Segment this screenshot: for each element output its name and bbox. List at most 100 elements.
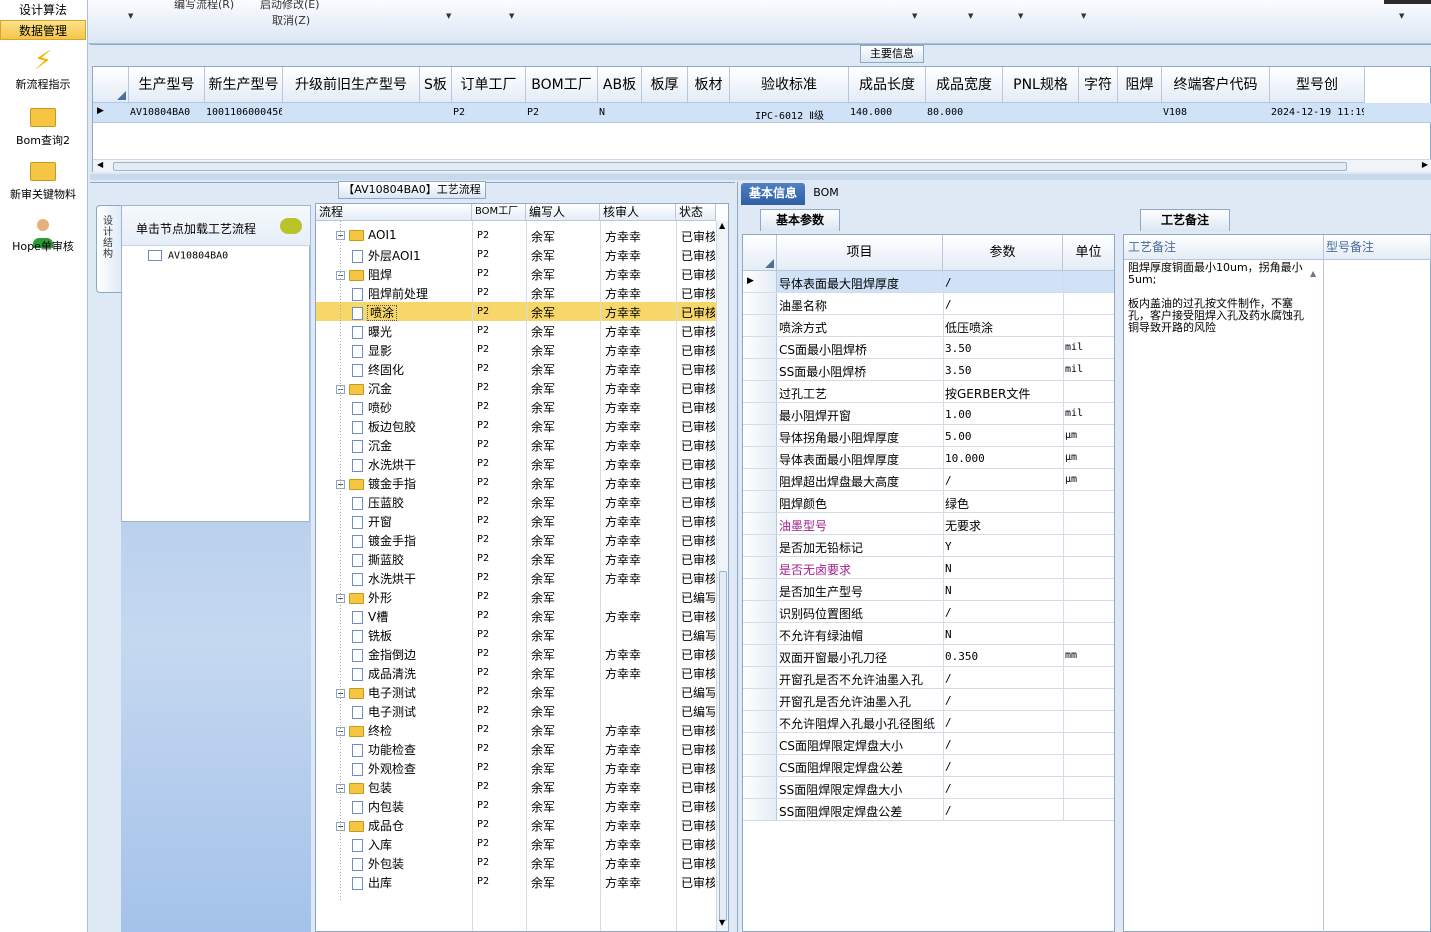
row-header[interactable] [743,535,777,556]
grid-cell[interactable]: 已审核 [681,532,715,549]
tree-node[interactable]: 水洗烘干 [352,570,472,587]
grid-cell[interactable]: P2 [477,781,525,792]
table-row[interactable]: CS面最小阻焊桥 3.50 mil [743,337,1114,359]
grid-cell[interactable]: P2 [477,724,525,735]
table-row[interactable]: 曝光 P2 余军 方幸幸 已审核 [316,321,716,340]
grid-cell[interactable]: P2 [477,496,525,507]
grid-cell[interactable]: P2 [477,857,525,868]
grid-cell[interactable]: 余军 [531,513,599,530]
cancel-button[interactable]: 取消(Z) [272,12,310,28]
column-header[interactable]: S板 [420,67,452,103]
row-header[interactable] [743,447,777,468]
param-value[interactable]: 1.00 [945,408,1061,421]
grid-cell[interactable]: 余军 [531,551,599,568]
row-header[interactable] [743,711,777,732]
column-header[interactable]: 项目 [777,235,943,271]
chevron-down-icon[interactable]: ▼ [1399,12,1404,20]
tree-node[interactable]: 外包装 [352,855,472,872]
row-header[interactable] [743,689,777,710]
table-row[interactable]: −阻焊 P2 余军方幸幸已审核 [316,264,716,283]
grid-cell[interactable]: P2 [477,800,525,811]
grid-cell[interactable]: 方幸幸 [605,475,675,492]
grid-cell[interactable]: 方幸幸 [605,817,675,834]
grid-cell[interactable]: 已审核 [681,722,715,739]
table-row[interactable]: −包装 P2 余军方幸幸已审核 [316,777,716,796]
param-value[interactable]: N [945,584,1061,597]
grid-cell[interactable]: 余军 [531,874,599,891]
column-header[interactable]: 新生产型号 [205,67,283,103]
row-header[interactable] [743,425,777,446]
grid-cell[interactable]: 已审核 [681,456,715,473]
grid-cell[interactable]: 余军 [531,608,599,625]
sidebar-item-bom-query[interactable]: Bom查询2 [0,102,86,148]
param-value[interactable]: / [945,276,1061,289]
table-row[interactable]: ▶ AV10804BA0 10011060004568 P2 P2 N IPC-6012 … [93,103,1431,123]
grid-cell[interactable]: 余军 [531,684,599,701]
grid-cell[interactable]: 余军 [531,228,599,245]
grid-cell[interactable]: P2 [477,515,525,526]
table-row[interactable]: −电子测试 P2 余军 已编写 [316,682,716,701]
grid-cell[interactable]: 余军 [531,399,599,416]
table-row[interactable]: 是否加生产型号 N [743,579,1114,601]
tree-node[interactable]: −镀金手指 [336,475,472,492]
grid-cell[interactable]: 方幸幸 [605,551,675,568]
param-value[interactable]: 3.50 [945,364,1061,377]
table-row[interactable]: 板边包胶 P2 余军 方幸幸 已审核 [316,416,716,435]
grid-cell[interactable]: 已编写 [681,589,715,606]
model-remark-text[interactable] [1324,260,1431,932]
row-header[interactable] [743,601,777,622]
grid-cell[interactable]: 余军 [531,418,599,435]
table-row[interactable]: CS面阻焊限定焊盘公差 / [743,755,1114,777]
grid-cell[interactable]: 方幸幸 [605,494,675,511]
tab-basic-params[interactable]: 基本参数 [760,209,840,231]
grid-cell[interactable]: P2 [477,287,525,298]
column-header[interactable]: 验收标准 [730,67,849,103]
grid-cell[interactable]: P2 [477,458,525,469]
grid-cell[interactable]: P2 [477,477,525,488]
grid-cell[interactable]: 已编写 [681,703,715,720]
grid-cell[interactable]: AV10804BA0 [130,107,204,118]
row-header[interactable] [743,799,777,820]
grid-cell[interactable]: 余军 [531,570,599,587]
grid-cell[interactable]: 80.000 [927,107,1002,118]
sidebar-item-data-management[interactable]: 数据管理 [0,20,86,40]
tree-node[interactable]: −阻焊 [336,266,472,283]
scroll-right-icon[interactable]: ▶ [1422,160,1428,169]
table-row[interactable]: CS面阻焊限定焊盘大小 / [743,733,1114,755]
grid-cell[interactable]: 已审核 [681,380,715,397]
row-header[interactable] [743,579,777,600]
table-row[interactable]: 金指倒边 P2 余军 方幸幸 已审核 [316,644,716,663]
grid-cell[interactable]: 余军 [531,646,599,663]
grid-cell[interactable]: P2 [477,553,525,564]
grid-cell[interactable]: 余军 [531,760,599,777]
grid-cell[interactable]: 余军 [531,437,599,454]
row-header[interactable] [743,755,777,776]
tree-node[interactable]: 出库 [352,874,472,891]
grid-cell[interactable]: 方幸幸 [605,741,675,758]
column-header[interactable]: 升级前旧生产型号 [283,67,420,103]
splitter-grip[interactable] [1116,540,1120,610]
sidebar-item-new-flow[interactable]: ⚡ 新流程指示 [0,46,86,92]
row-header[interactable] [743,491,777,512]
tree-node[interactable]: 沉金 [352,437,472,454]
grid-cell[interactable]: 方幸幸 [605,722,675,739]
grid-cell[interactable]: 方幸幸 [605,456,675,473]
grid-cell[interactable]: 已审核 [681,418,715,435]
grid-cell[interactable]: 余军 [531,380,599,397]
grid-cell[interactable]: 已审核 [681,798,715,815]
param-value[interactable]: 10.000 [945,452,1061,465]
chevron-down-icon[interactable]: ▼ [912,12,917,20]
table-row[interactable]: 喷涂方式 低压喷涂 [743,315,1114,337]
column-header[interactable]: 型号创 [1270,67,1365,103]
scrollbar-thumb[interactable] [113,162,1347,171]
scroll-down-icon[interactable]: ▼ [719,918,725,927]
grid-cell[interactable]: 余军 [531,817,599,834]
table-row[interactable]: 不允许有绿油帽 N [743,623,1114,645]
grid-cell[interactable]: 余军 [531,247,599,264]
grid-cell[interactable]: 方幸幸 [605,608,675,625]
column-header[interactable]: 终端客户代码 [1162,67,1270,103]
grid-cell[interactable]: 方幸幸 [605,798,675,815]
param-value[interactable]: / [945,606,1061,619]
param-value[interactable]: 0.350 [945,650,1061,663]
grid-cell[interactable]: P2 [477,572,525,583]
